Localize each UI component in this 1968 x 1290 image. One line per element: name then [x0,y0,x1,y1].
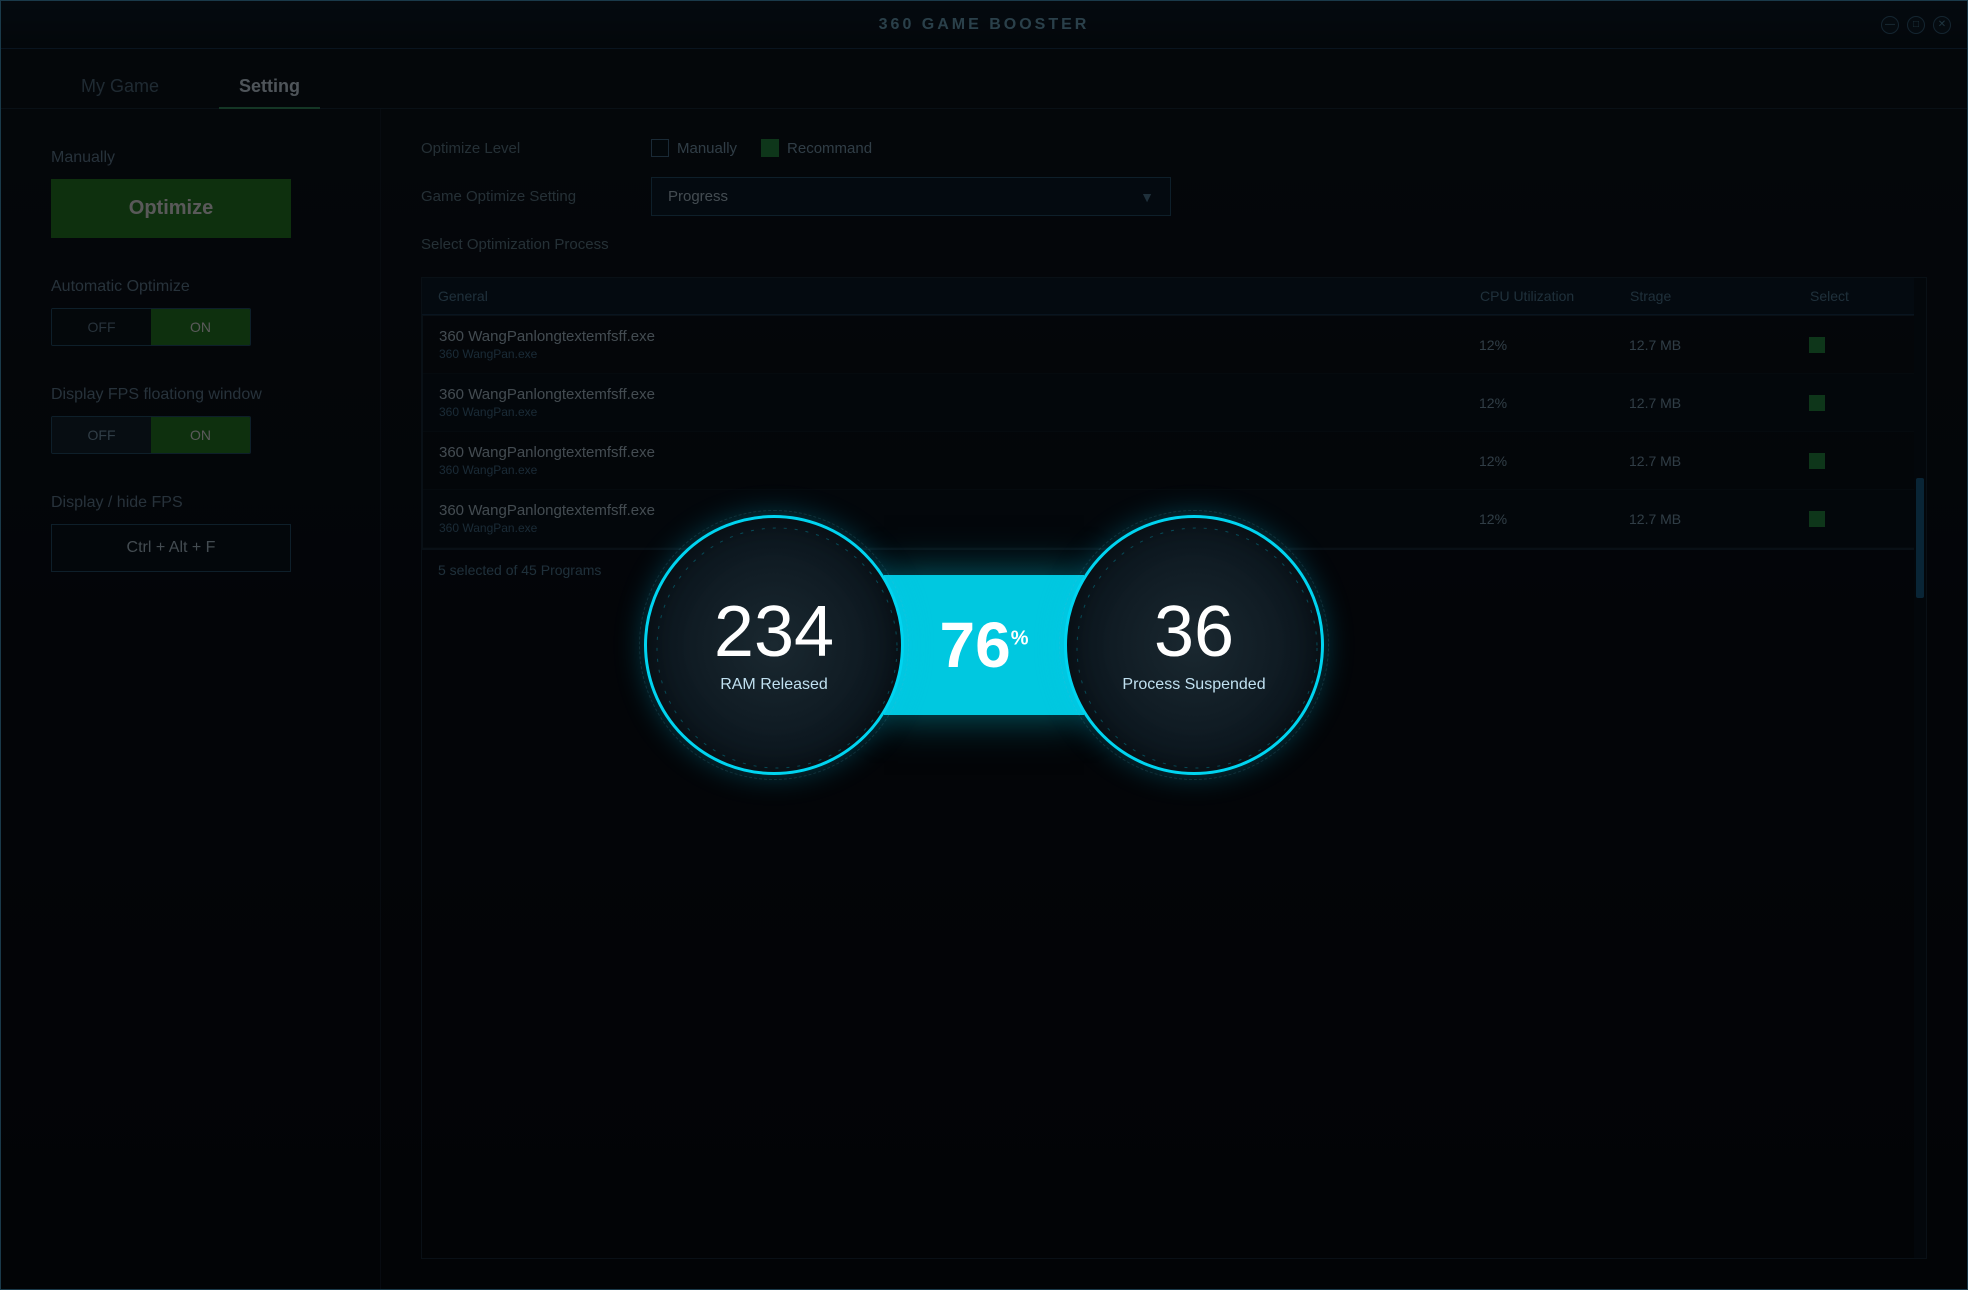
modal-overlay: 234 RAM Released 76% 36 Process Suspende… [1,1,1967,1289]
cpu-gauge-ticks-svg [1067,518,1321,772]
percent-value: 76 [940,609,1011,681]
gauge-ticks-svg [647,518,901,772]
center-display: 76% [884,575,1084,715]
center-percent: 76% [940,608,1029,682]
ram-gauge: 234 RAM Released [644,515,904,775]
percent-symbol: % [1011,628,1029,650]
cpu-gauge: 36 Process Suspended [1064,515,1324,775]
modal-content: 234 RAM Released 76% 36 Process Suspende… [644,515,1324,775]
app-container: 360 GAME BOOSTER — □ ✕ My Game Setting M… [0,0,1968,1290]
